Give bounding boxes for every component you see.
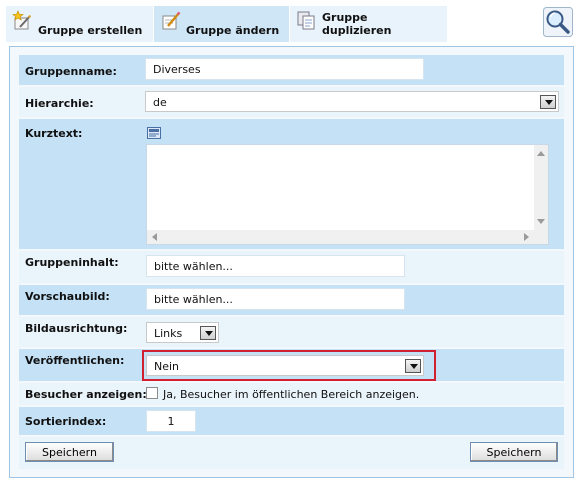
tab-label: Gruppe ändern bbox=[186, 24, 280, 37]
tab-label: Gruppe duplizieren bbox=[322, 11, 392, 37]
gruppeninhalt-label: Gruppeninhalt: bbox=[25, 256, 119, 269]
scroll-right-icon[interactable] bbox=[524, 233, 529, 241]
scrollbar-corner bbox=[534, 230, 548, 244]
chevron-down-icon[interactable] bbox=[540, 95, 556, 109]
vorschaubild-label: Vorschaubild: bbox=[25, 290, 110, 303]
row-vorschaubild: Vorschaubild: bitte wählen... bbox=[19, 285, 564, 315]
gruppenname-input[interactable]: Diverses bbox=[145, 58, 424, 80]
row-kurztext: Kurztext: bbox=[19, 119, 564, 249]
sortierindex-label: Sortierindex: bbox=[25, 415, 107, 428]
veroeffentlichen-label: Veröffentlichen: bbox=[25, 354, 125, 367]
row-sortierindex: Sortierindex: 1 bbox=[19, 407, 564, 435]
tab-label: Gruppe erstellen bbox=[38, 24, 143, 37]
bildausrichtung-value: Links bbox=[154, 327, 183, 340]
bildausrichtung-select[interactable]: Links bbox=[146, 322, 219, 343]
save-button-left[interactable]: Speichern bbox=[25, 442, 114, 462]
scroll-down-icon[interactable] bbox=[537, 219, 545, 224]
edit-pencil-icon bbox=[162, 11, 181, 30]
group-form-panel: Gruppenname: Diverses Hierarchie: de Kur… bbox=[9, 46, 574, 478]
row-besucher: Besucher anzeigen: Ja, Besucher im öffen… bbox=[19, 383, 564, 405]
chevron-down-icon[interactable] bbox=[200, 326, 216, 340]
magnifier-icon[interactable] bbox=[543, 7, 573, 37]
vorschaubild-picker[interactable]: bitte wählen... bbox=[146, 288, 405, 310]
vertical-scrollbar[interactable] bbox=[534, 145, 548, 230]
tab-gruppe-duplizieren[interactable]: Gruppe duplizieren bbox=[290, 6, 448, 42]
row-veroeffentlichen: Veröffentlichen: Nein bbox=[19, 349, 564, 381]
duplicate-pages-icon bbox=[297, 11, 315, 30]
gruppenname-label: Gruppenname: bbox=[25, 65, 117, 78]
besucher-checkbox-text: Ja, Besucher im öffentlichen Bereich anz… bbox=[163, 388, 420, 401]
tab-bar: Gruppe erstellen Gruppe ändern Gruppe du… bbox=[6, 6, 448, 42]
row-actions: Speichern Speichern bbox=[19, 437, 564, 469]
scroll-left-icon[interactable] bbox=[152, 233, 157, 241]
tab-gruppe-erstellen[interactable]: Gruppe erstellen bbox=[6, 6, 154, 42]
hierarchie-select[interactable]: de bbox=[145, 91, 559, 112]
bildausrichtung-label: Bildausrichtung: bbox=[25, 322, 128, 335]
editor-toolbar-icon[interactable] bbox=[147, 127, 161, 139]
hierarchie-label: Hierarchie: bbox=[25, 97, 94, 110]
besucher-label: Besucher anzeigen: bbox=[25, 388, 147, 401]
kurztext-label: Kurztext: bbox=[25, 127, 83, 140]
row-gruppenname: Gruppenname: Diverses bbox=[19, 55, 564, 85]
kurztext-textarea[interactable] bbox=[146, 144, 549, 245]
hierarchie-value: de bbox=[153, 96, 167, 109]
scroll-up-icon[interactable] bbox=[537, 151, 545, 156]
row-bildausrichtung: Bildausrichtung: Links bbox=[19, 317, 564, 347]
star-pencil-icon bbox=[12, 10, 32, 30]
besucher-checkbox[interactable] bbox=[146, 387, 158, 399]
row-hierarchie: Hierarchie: de bbox=[19, 87, 564, 117]
tab-gruppe-aendern[interactable]: Gruppe ändern bbox=[154, 6, 290, 42]
row-gruppeninhalt: Gruppeninhalt: bitte wählen... bbox=[19, 251, 564, 283]
save-button-right[interactable]: Speichern bbox=[470, 442, 558, 462]
highlight-frame bbox=[142, 350, 436, 381]
horizontal-scrollbar[interactable] bbox=[147, 230, 534, 244]
gruppeninhalt-picker[interactable]: bitte wählen... bbox=[146, 255, 405, 277]
sortierindex-input[interactable]: 1 bbox=[146, 410, 196, 432]
